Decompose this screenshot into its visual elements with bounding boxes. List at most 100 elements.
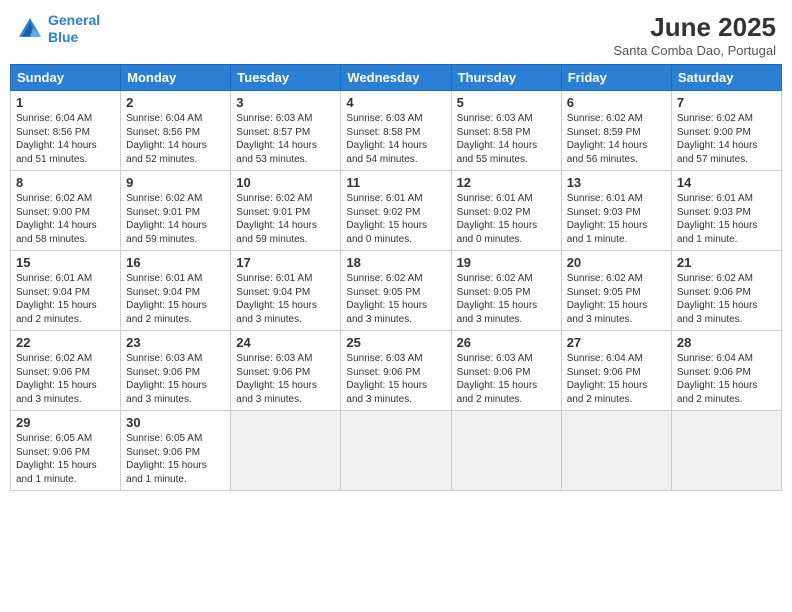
calendar-cell: 14 Sunrise: 6:01 AM Sunset: 9:03 PM Dayli… bbox=[671, 171, 781, 251]
calendar-cell: 13Sunrise: 6:01 AM Sunset: 9:03 PM Dayli… bbox=[561, 171, 671, 251]
logo-blue: Blue bbox=[48, 29, 78, 45]
calendar-week-2: 8 Sunrise: 6:02 AM Sunset: 9:00 PM Daylig… bbox=[11, 171, 782, 251]
calendar-wrapper: SundayMondayTuesdayWednesdayThursdayFrid… bbox=[0, 64, 792, 491]
calendar-header-monday: Monday bbox=[121, 65, 231, 91]
calendar-week-3: 15 Sunrise: 6:01 AM Sunset: 9:04 PM Dayli… bbox=[11, 251, 782, 331]
day-info: Sunrise: 6:01 AM Sunset: 9:03 PM Dayligh… bbox=[677, 192, 776, 246]
calendar-header-row: SundayMondayTuesdayWednesdayThursdayFrid… bbox=[11, 65, 782, 91]
day-info: Sunrise: 6:02 AM Sunset: 9:00 PM Dayligh… bbox=[677, 112, 776, 166]
day-info: Sunrise: 6:04 AM Sunset: 9:06 PM Dayligh… bbox=[567, 352, 666, 406]
day-number: 4 bbox=[346, 95, 445, 110]
day-number: 2 bbox=[126, 95, 225, 110]
day-number: 8 bbox=[16, 175, 115, 190]
calendar-header-thursday: Thursday bbox=[451, 65, 561, 91]
calendar-cell: 11Sunrise: 6:01 AM Sunset: 9:02 PM Dayli… bbox=[341, 171, 451, 251]
day-info: Sunrise: 6:02 AM Sunset: 9:00 PM Dayligh… bbox=[16, 192, 115, 246]
logo-text: General Blue bbox=[48, 12, 100, 46]
day-number: 20 bbox=[567, 255, 666, 270]
day-info: Sunrise: 6:05 AM Sunset: 9:06 PM Dayligh… bbox=[16, 432, 115, 486]
day-number: 22 bbox=[16, 335, 115, 350]
day-number: 25 bbox=[346, 335, 445, 350]
day-number: 15 bbox=[16, 255, 115, 270]
calendar-header-sunday: Sunday bbox=[11, 65, 121, 91]
day-number: 17 bbox=[236, 255, 335, 270]
day-number: 30 bbox=[126, 415, 225, 430]
calendar-cell: 5 Sunrise: 6:03 AM Sunset: 8:58 PM Daylig… bbox=[451, 91, 561, 171]
calendar-cell bbox=[561, 411, 671, 491]
calendar-cell: 22 Sunrise: 6:02 AM Sunset: 9:06 PM Dayli… bbox=[11, 331, 121, 411]
day-number: 9 bbox=[126, 175, 225, 190]
calendar-cell: 6 Sunrise: 6:02 AM Sunset: 8:59 PM Daylig… bbox=[561, 91, 671, 171]
day-info: Sunrise: 6:01 AM Sunset: 9:04 PM Dayligh… bbox=[16, 272, 115, 326]
logo-general: General bbox=[48, 12, 100, 28]
day-number: 23 bbox=[126, 335, 225, 350]
calendar-header-wednesday: Wednesday bbox=[341, 65, 451, 91]
title-block: June 2025 Santa Comba Dao, Portugal bbox=[613, 12, 776, 58]
day-info: Sunrise: 6:02 AM Sunset: 9:05 PM Dayligh… bbox=[457, 272, 556, 326]
day-info: Sunrise: 6:02 AM Sunset: 9:05 PM Dayligh… bbox=[346, 272, 445, 326]
day-info: Sunrise: 6:03 AM Sunset: 9:06 PM Dayligh… bbox=[457, 352, 556, 406]
page: General Blue June 2025 Santa Comba Dao, … bbox=[0, 0, 792, 612]
day-info: Sunrise: 6:02 AM Sunset: 9:05 PM Dayligh… bbox=[567, 272, 666, 326]
day-info: Sunrise: 6:04 AM Sunset: 8:56 PM Dayligh… bbox=[16, 112, 115, 166]
day-number: 21 bbox=[677, 255, 776, 270]
day-number: 14 bbox=[677, 175, 776, 190]
day-number: 12 bbox=[457, 175, 556, 190]
day-info: Sunrise: 6:02 AM Sunset: 8:59 PM Dayligh… bbox=[567, 112, 666, 166]
day-info: Sunrise: 6:03 AM Sunset: 8:58 PM Dayligh… bbox=[457, 112, 556, 166]
calendar-cell bbox=[341, 411, 451, 491]
calendar-cell: 7 Sunrise: 6:02 AM Sunset: 9:00 PM Daylig… bbox=[671, 91, 781, 171]
day-info: Sunrise: 6:02 AM Sunset: 9:01 PM Dayligh… bbox=[236, 192, 335, 246]
calendar-cell: 21Sunrise: 6:02 AM Sunset: 9:06 PM Dayli… bbox=[671, 251, 781, 331]
location: Santa Comba Dao, Portugal bbox=[613, 43, 776, 58]
header: General Blue June 2025 Santa Comba Dao, … bbox=[0, 0, 792, 64]
calendar-cell bbox=[671, 411, 781, 491]
calendar-cell: 8 Sunrise: 6:02 AM Sunset: 9:00 PM Daylig… bbox=[11, 171, 121, 251]
day-number: 27 bbox=[567, 335, 666, 350]
calendar-header-tuesday: Tuesday bbox=[231, 65, 341, 91]
calendar-cell: 25 Sunrise: 6:03 AM Sunset: 9:06 PM Dayli… bbox=[341, 331, 451, 411]
calendar-cell: 15 Sunrise: 6:01 AM Sunset: 9:04 PM Dayli… bbox=[11, 251, 121, 331]
day-info: Sunrise: 6:01 AM Sunset: 9:02 PM Dayligh… bbox=[346, 192, 445, 246]
calendar-header-friday: Friday bbox=[561, 65, 671, 91]
calendar-cell: 4 Sunrise: 6:03 AM Sunset: 8:58 PM Daylig… bbox=[341, 91, 451, 171]
calendar-week-4: 22 Sunrise: 6:02 AM Sunset: 9:06 PM Dayli… bbox=[11, 331, 782, 411]
day-number: 18 bbox=[346, 255, 445, 270]
day-number: 1 bbox=[16, 95, 115, 110]
day-number: 3 bbox=[236, 95, 335, 110]
day-info: Sunrise: 6:03 AM Sunset: 9:06 PM Dayligh… bbox=[346, 352, 445, 406]
calendar-cell: 17 Sunrise: 6:01 AM Sunset: 9:04 PM Dayli… bbox=[231, 251, 341, 331]
calendar-cell: 12Sunrise: 6:01 AM Sunset: 9:02 PM Dayli… bbox=[451, 171, 561, 251]
day-number: 5 bbox=[457, 95, 556, 110]
day-number: 19 bbox=[457, 255, 556, 270]
calendar-cell: 9 Sunrise: 6:02 AM Sunset: 9:01 PM Daylig… bbox=[121, 171, 231, 251]
calendar-cell: 28Sunrise: 6:04 AM Sunset: 9:06 PM Dayli… bbox=[671, 331, 781, 411]
day-info: Sunrise: 6:02 AM Sunset: 9:06 PM Dayligh… bbox=[16, 352, 115, 406]
day-info: Sunrise: 6:03 AM Sunset: 8:58 PM Dayligh… bbox=[346, 112, 445, 166]
calendar-cell: 26Sunrise: 6:03 AM Sunset: 9:06 PM Dayli… bbox=[451, 331, 561, 411]
calendar-cell: 29 Sunrise: 6:05 AM Sunset: 9:06 PM Dayli… bbox=[11, 411, 121, 491]
day-info: Sunrise: 6:01 AM Sunset: 9:04 PM Dayligh… bbox=[236, 272, 335, 326]
calendar-cell bbox=[451, 411, 561, 491]
calendar-cell: 27 Sunrise: 6:04 AM Sunset: 9:06 PM Dayli… bbox=[561, 331, 671, 411]
calendar-cell: 24Sunrise: 6:03 AM Sunset: 9:06 PM Dayli… bbox=[231, 331, 341, 411]
day-info: Sunrise: 6:05 AM Sunset: 9:06 PM Dayligh… bbox=[126, 432, 225, 486]
day-info: Sunrise: 6:04 AM Sunset: 8:56 PM Dayligh… bbox=[126, 112, 225, 166]
calendar-cell: 2 Sunrise: 6:04 AM Sunset: 8:56 PM Daylig… bbox=[121, 91, 231, 171]
day-info: Sunrise: 6:01 AM Sunset: 9:03 PM Dayligh… bbox=[567, 192, 666, 246]
calendar-week-1: 1 Sunrise: 6:04 AM Sunset: 8:56 PM Daylig… bbox=[11, 91, 782, 171]
day-info: Sunrise: 6:03 AM Sunset: 8:57 PM Dayligh… bbox=[236, 112, 335, 166]
day-number: 7 bbox=[677, 95, 776, 110]
day-info: Sunrise: 6:01 AM Sunset: 9:04 PM Dayligh… bbox=[126, 272, 225, 326]
logo-icon bbox=[16, 15, 44, 43]
month-title: June 2025 bbox=[613, 12, 776, 43]
calendar-table: SundayMondayTuesdayWednesdayThursdayFrid… bbox=[10, 64, 782, 491]
calendar-cell: 16Sunrise: 6:01 AM Sunset: 9:04 PM Dayli… bbox=[121, 251, 231, 331]
day-info: Sunrise: 6:02 AM Sunset: 9:01 PM Dayligh… bbox=[126, 192, 225, 246]
calendar-header-saturday: Saturday bbox=[671, 65, 781, 91]
calendar-cell: 1 Sunrise: 6:04 AM Sunset: 8:56 PM Daylig… bbox=[11, 91, 121, 171]
day-number: 29 bbox=[16, 415, 115, 430]
day-number: 6 bbox=[567, 95, 666, 110]
calendar-cell bbox=[231, 411, 341, 491]
day-number: 28 bbox=[677, 335, 776, 350]
